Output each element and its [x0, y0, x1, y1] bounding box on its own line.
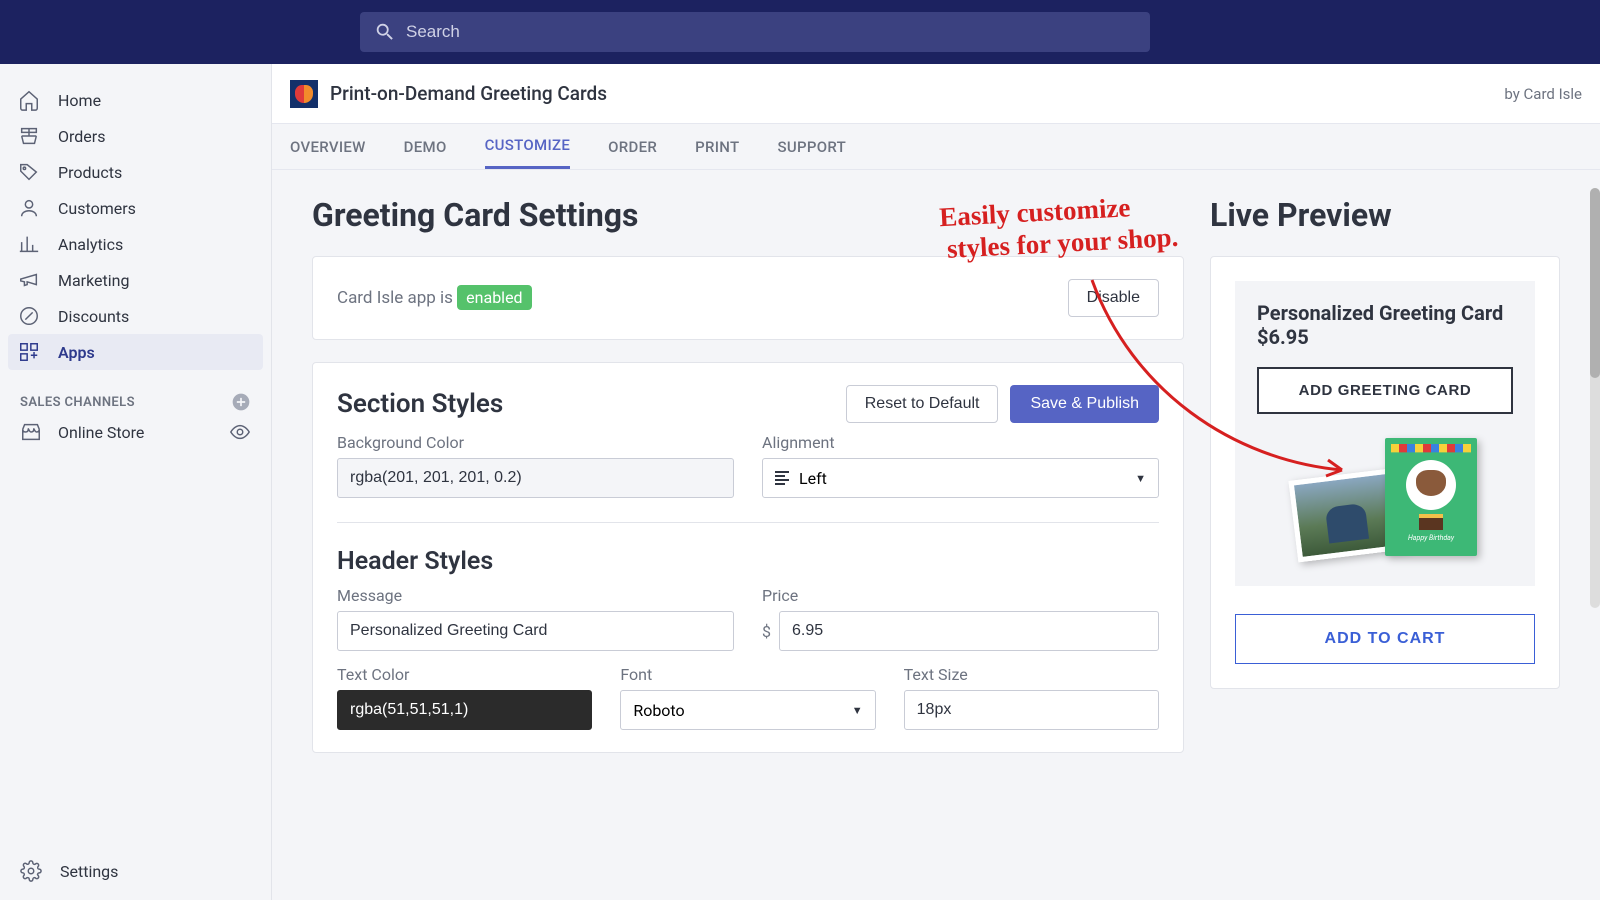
- sidebar-item-products[interactable]: Products: [0, 154, 271, 190]
- page-title-preview: Live Preview: [1210, 196, 1560, 234]
- apps-icon: [18, 341, 40, 363]
- app-logo-icon: [290, 80, 318, 108]
- text-color-input[interactable]: [337, 690, 592, 730]
- sidebar-item-home[interactable]: Home: [0, 82, 271, 118]
- alignment-label: Alignment: [762, 433, 1159, 452]
- sidebar-item-settings[interactable]: Settings: [0, 860, 272, 882]
- text-color-label: Text Color: [337, 665, 592, 684]
- eye-icon[interactable]: [229, 421, 251, 443]
- font-field: Font Roboto ▼: [620, 665, 875, 730]
- alignment-select[interactable]: Left ▼: [762, 458, 1159, 498]
- sidebar-label-discounts: Discounts: [58, 307, 129, 326]
- preview-price: $6.95: [1257, 325, 1513, 349]
- main-content: Print-on-Demand Greeting Cards by Card I…: [272, 64, 1600, 900]
- megaphone-icon: [18, 269, 40, 291]
- analytics-icon: [18, 233, 40, 255]
- reset-button[interactable]: Reset to Default: [846, 385, 999, 423]
- sidebar-label-apps: Apps: [58, 343, 95, 362]
- app-title: Print-on-Demand Greeting Cards: [330, 82, 607, 105]
- preview-card: Personalized Greeting Card $6.95 ADD GRE…: [1210, 256, 1560, 689]
- tab-overview[interactable]: OVERVIEW: [290, 124, 366, 169]
- sidebar-label-marketing: Marketing: [58, 271, 129, 290]
- app-byline: by Card Isle: [1504, 85, 1582, 103]
- sidebar-label-analytics: Analytics: [58, 235, 123, 254]
- save-publish-button[interactable]: Save & Publish: [1010, 385, 1159, 423]
- person-icon: [18, 197, 40, 219]
- bg-color-label: Background Color: [337, 433, 734, 452]
- tab-demo[interactable]: DEMO: [404, 124, 447, 169]
- gear-icon: [20, 860, 42, 882]
- channel-label: Online Store: [58, 423, 144, 442]
- tab-customize[interactable]: CUSTOMIZE: [485, 124, 571, 169]
- sales-channels-header: SALES CHANNELS: [0, 392, 271, 412]
- preview-product-name: Personalized Greeting Card: [1257, 301, 1513, 325]
- page-title-settings: Greeting Card Settings: [312, 196, 1184, 234]
- tag-icon: [18, 161, 40, 183]
- message-label: Message: [337, 586, 734, 605]
- enabled-badge: enabled: [457, 285, 531, 310]
- sidebar-item-analytics[interactable]: Analytics: [0, 226, 271, 262]
- header-styles-heading: Header Styles: [337, 547, 1159, 576]
- sidebar-item-marketing[interactable]: Marketing: [0, 262, 271, 298]
- chevron-down-icon: ▼: [1135, 472, 1146, 485]
- sidebar-label-products: Products: [58, 163, 122, 182]
- sidebar-label-customers: Customers: [58, 199, 136, 218]
- sidebar-item-apps[interactable]: Apps: [8, 334, 263, 370]
- sidebar-item-orders[interactable]: Orders: [0, 118, 271, 154]
- tab-support[interactable]: SUPPORT: [777, 124, 846, 169]
- font-label: Font: [620, 665, 875, 684]
- text-size-input[interactable]: [904, 690, 1159, 730]
- chevron-down-icon: ▼: [852, 704, 863, 717]
- price-field: Price $: [762, 586, 1159, 651]
- preview-images: Happy Birthday: [1257, 436, 1513, 556]
- price-input[interactable]: [779, 611, 1159, 651]
- add-to-cart-button[interactable]: ADD TO CART: [1235, 614, 1535, 664]
- currency-symbol: $: [762, 622, 771, 641]
- align-left-icon: [775, 471, 789, 485]
- divider: [337, 522, 1159, 523]
- bg-color-input[interactable]: [337, 458, 734, 498]
- styles-card: Section Styles Reset to Default Save & P…: [312, 362, 1184, 753]
- sales-channels-label: SALES CHANNELS: [20, 395, 135, 410]
- font-select[interactable]: Roboto ▼: [620, 690, 875, 730]
- top-bar: [0, 0, 1600, 64]
- section-styles-heading: Section Styles: [337, 389, 503, 419]
- alignment-field: Alignment Left ▼: [762, 433, 1159, 498]
- home-icon: [18, 89, 40, 111]
- sidebar-item-customers[interactable]: Customers: [0, 190, 271, 226]
- text-size-label: Text Size: [904, 665, 1159, 684]
- status-text: Card Isle app is enabled: [337, 288, 532, 308]
- text-color-field: Text Color: [337, 665, 592, 730]
- discount-icon: [18, 305, 40, 327]
- text-size-field: Text Size: [904, 665, 1159, 730]
- tab-order[interactable]: ORDER: [608, 124, 657, 169]
- store-icon: [20, 421, 42, 443]
- tabs: OVERVIEW DEMO CUSTOMIZE ORDER PRINT SUPP…: [272, 124, 1600, 170]
- search-input[interactable]: [406, 22, 1136, 42]
- channel-online-store[interactable]: Online Store: [0, 412, 271, 452]
- message-field: Message: [337, 586, 734, 651]
- search-icon: [374, 21, 396, 43]
- preview-green-card: Happy Birthday: [1385, 438, 1477, 556]
- price-label: Price: [762, 586, 1159, 605]
- status-card: Card Isle app is enabled Disable: [312, 256, 1184, 340]
- sidebar: Home Orders Products Customers Analytics…: [0, 64, 272, 900]
- disable-button[interactable]: Disable: [1068, 279, 1159, 317]
- message-input[interactable]: [337, 611, 734, 651]
- add-greeting-card-button[interactable]: ADD GREETING CARD: [1257, 367, 1513, 414]
- search-field[interactable]: [360, 12, 1150, 52]
- app-header: Print-on-Demand Greeting Cards by Card I…: [272, 64, 1600, 124]
- settings-label: Settings: [60, 862, 118, 881]
- tab-print[interactable]: PRINT: [695, 124, 739, 169]
- sidebar-label-home: Home: [58, 91, 101, 110]
- sidebar-item-discounts[interactable]: Discounts: [0, 298, 271, 334]
- sidebar-label-orders: Orders: [58, 127, 105, 146]
- bg-color-field: Background Color: [337, 433, 734, 498]
- preview-inner: Personalized Greeting Card $6.95 ADD GRE…: [1235, 281, 1535, 586]
- add-channel-icon[interactable]: [231, 392, 251, 412]
- orders-icon: [18, 125, 40, 147]
